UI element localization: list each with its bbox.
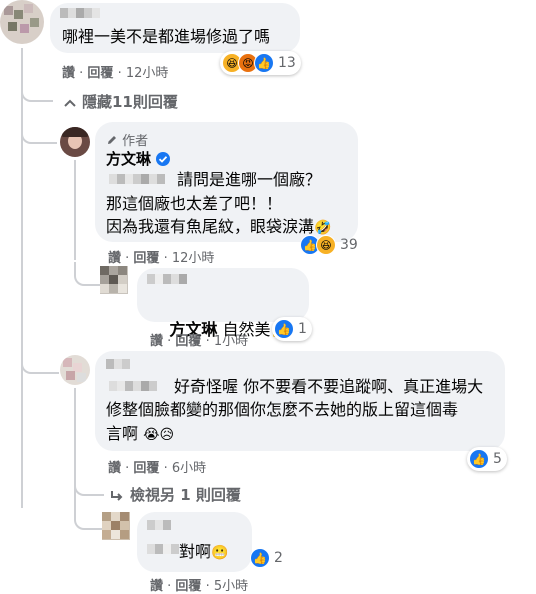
reply-link[interactable]: 回覆 xyxy=(87,66,113,81)
thread-connector xyxy=(74,476,104,496)
author-name[interactable]: 方文琳 xyxy=(106,148,171,169)
reaction-summary[interactable]: 👍 😆 39 xyxy=(300,235,358,255)
comment-line: 請問是進哪一個廠？ xyxy=(177,170,322,189)
comment-text: 對啊😬 xyxy=(179,542,229,561)
reaction-count: 1 xyxy=(298,321,307,337)
chevron-up-icon xyxy=(64,99,76,107)
comment-actions: 讚 · 回覆 · 5小時 xyxy=(150,579,249,594)
comment-line: 言啊 😭😥 xyxy=(106,424,175,443)
reply-link[interactable]: 回覆 xyxy=(175,579,201,594)
comment-actions: 讚 · 回覆 · 6小時 xyxy=(108,461,207,476)
thread-connector xyxy=(74,506,102,530)
blurred-author-name xyxy=(60,8,100,18)
reaction-summary[interactable]: 👍 5 xyxy=(467,447,507,471)
avatar[interactable] xyxy=(102,512,130,540)
view-more-replies-button[interactable]: 檢視另 1 則回覆 xyxy=(110,484,241,505)
timestamp[interactable]: 12小時 xyxy=(126,66,169,81)
like-icon: 👍 xyxy=(254,53,274,73)
avatar[interactable] xyxy=(0,0,44,44)
timestamp[interactable]: 1小時 xyxy=(214,334,248,349)
blurred-author-name xyxy=(147,274,187,284)
comment-actions: 讚 · 回覆 · 1小時 xyxy=(150,334,249,349)
blurred-mention xyxy=(109,381,157,391)
reaction-count: 5 xyxy=(493,451,502,467)
reaction-count: 39 xyxy=(340,237,358,253)
like-icon: 👍 xyxy=(274,319,294,339)
like-icon: 👍 xyxy=(250,548,270,568)
like-link[interactable]: 讚 xyxy=(62,66,75,81)
like-link[interactable]: 讚 xyxy=(108,251,121,266)
timestamp[interactable]: 5小時 xyxy=(214,579,248,594)
reaction-count: 2 xyxy=(274,550,283,566)
timestamp[interactable]: 6小時 xyxy=(172,461,206,476)
hide-replies-button[interactable]: 隱藏11則回覆 xyxy=(64,91,178,112)
comment-bubble: 好奇怪喔 你不要看不要追蹤啊、真正進場大 修整個臉都變的那個你怎麼不去她的版上留… xyxy=(95,351,505,451)
comment-text: 哪裡一美不是都進場修過了嗎 xyxy=(62,27,271,46)
haha-icon: 😆 xyxy=(316,235,336,255)
thread-connector xyxy=(21,120,57,144)
blurred-mention xyxy=(109,174,165,184)
like-icon: 👍 xyxy=(469,449,489,469)
emoji: 😭😥 xyxy=(143,427,175,443)
like-link[interactable]: 讚 xyxy=(150,334,163,349)
thread-connector xyxy=(21,350,59,374)
avatar[interactable] xyxy=(100,266,128,294)
like-link[interactable]: 讚 xyxy=(150,579,163,594)
thread-connector xyxy=(21,84,53,102)
comment-actions: 讚 · 回覆 · 12小時 xyxy=(62,66,169,81)
emoji: 😬 xyxy=(211,545,229,561)
reply-link[interactable]: 回覆 xyxy=(133,251,159,266)
comment-line: 修整個臉都變的那個你怎麼不去她的版上留這個毒 xyxy=(106,400,459,419)
reaction-count: 13 xyxy=(278,55,296,71)
comment-bubble: 哪裡一美不是都進場修過了嗎 xyxy=(50,3,300,53)
reaction-summary[interactable]: 👍 2 xyxy=(250,548,283,568)
avatar[interactable] xyxy=(60,355,90,385)
thread-line xyxy=(21,48,23,508)
comment-line: 因為我還有魚尾紋，眼袋淚溝🤣 xyxy=(106,217,332,236)
timestamp[interactable]: 12小時 xyxy=(172,251,215,266)
comment-actions: 讚 · 回覆 · 12小時 xyxy=(108,251,215,266)
reaction-summary[interactable]: 👍 1 xyxy=(272,317,312,341)
like-link[interactable]: 讚 xyxy=(108,461,121,476)
comment-bubble: 方文琳 自然美👍♥ xyxy=(137,268,309,339)
reaction-summary[interactable]: 😆 😡 👍 13 xyxy=(220,51,301,75)
reply-link[interactable]: 回覆 xyxy=(133,461,159,476)
pencil-icon xyxy=(108,136,116,144)
reply-link[interactable]: 回覆 xyxy=(175,334,201,349)
comment-line: 好奇怪喔 你不要看不要追蹤啊、真正進場大 xyxy=(174,377,484,396)
blurred-mention xyxy=(147,544,179,554)
blurred-author-name xyxy=(106,359,130,369)
comment-bubble: 對啊😬 xyxy=(137,512,252,572)
comment-line: 那這個廠也太差了吧！！ xyxy=(106,194,283,213)
verified-badge-icon xyxy=(156,152,171,166)
thread-line xyxy=(74,160,76,260)
author-badge: 作者 xyxy=(106,130,148,149)
author-avatar[interactable] xyxy=(60,127,90,157)
comment-bubble: 作者 方文琳 請問是進哪一個廠？ 那這個廠也太差了吧！！ 因為我還有魚尾紋，眼袋… xyxy=(95,122,358,242)
reply-arrow-icon xyxy=(111,490,123,501)
blurred-author-name xyxy=(147,520,171,530)
thread-connector xyxy=(74,262,100,286)
